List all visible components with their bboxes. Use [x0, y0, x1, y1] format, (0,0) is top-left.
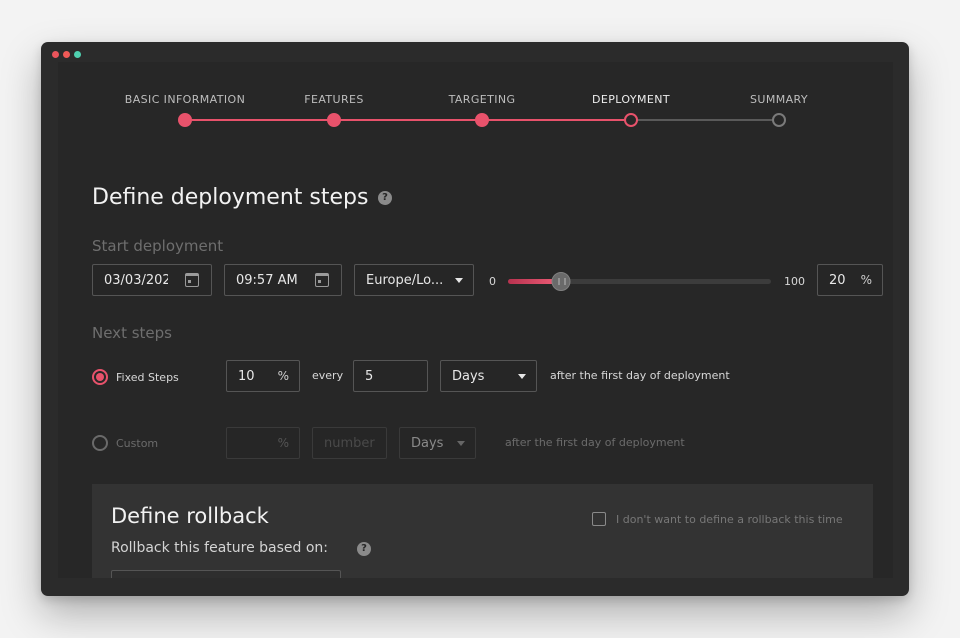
step-dot-targeting[interactable]: [475, 113, 489, 127]
start-date-input[interactable]: 03/03/202: [92, 264, 212, 296]
step-label-basic-information[interactable]: BASIC INFORMATION: [125, 93, 245, 106]
start-percent-value: 20: [829, 272, 846, 288]
custom-radio[interactable]: [92, 435, 108, 451]
start-time-value: 09:57 AM: [236, 272, 298, 288]
percentage-slider[interactable]: [508, 272, 771, 291]
timezone-value: Europe/Lo...: [366, 272, 444, 288]
step-label-features[interactable]: FEATURES: [304, 93, 364, 106]
slider-max-label: 100: [784, 275, 805, 288]
rollback-panel: Define rollback Rollback this feature ba…: [92, 484, 873, 578]
every-label: every: [312, 369, 344, 382]
window-maximize-dot[interactable]: [74, 51, 81, 58]
fixed-percent-value: 10: [238, 368, 255, 384]
custom-label[interactable]: Custom: [116, 437, 158, 450]
stepper-progress-line: [185, 119, 633, 121]
slider-thumb[interactable]: [551, 272, 571, 291]
step-dot-features[interactable]: [327, 113, 341, 127]
slider-min-label: 0: [489, 275, 496, 288]
percent-unit: %: [277, 436, 289, 450]
no-rollback-checkbox[interactable]: [592, 512, 606, 526]
start-time-input[interactable]: 09:57 AM: [224, 264, 342, 296]
fixed-suffix-label: after the first day of deployment: [550, 369, 730, 382]
every-value: 5: [365, 368, 374, 384]
window-minimize-dot[interactable]: [63, 51, 70, 58]
help-icon[interactable]: ?: [378, 191, 392, 205]
window-close-dot[interactable]: [52, 51, 59, 58]
start-percent-input[interactable]: 20 %: [817, 264, 883, 296]
fixed-unit-value: Days: [452, 368, 485, 384]
custom-number-placeholder: number: [324, 435, 375, 451]
calendar-icon[interactable]: [185, 273, 199, 287]
percent-unit: %: [860, 273, 872, 287]
no-rollback-label[interactable]: I don't want to define a rollback this t…: [616, 513, 843, 526]
every-value-input[interactable]: 5: [353, 360, 428, 392]
page-title: Define deployment steps: [92, 185, 369, 210]
app-window: BASIC INFORMATION FEATURES TARGETING DEP…: [41, 42, 909, 596]
chevron-down-icon: [518, 374, 526, 379]
fixed-steps-radio[interactable]: [92, 369, 108, 385]
custom-unit-select[interactable]: Days: [399, 427, 476, 459]
percent-unit: %: [277, 369, 289, 383]
custom-unit-value: Days: [411, 435, 444, 451]
fixed-unit-select[interactable]: Days: [440, 360, 537, 392]
custom-suffix-label: after the first day of deployment: [505, 436, 685, 449]
custom-percent-input[interactable]: %: [226, 427, 300, 459]
wizard-content: BASIC INFORMATION FEATURES TARGETING DEP…: [58, 62, 893, 578]
next-steps-label: Next steps: [92, 324, 172, 342]
clock-calendar-icon[interactable]: [315, 273, 329, 287]
step-dot-deployment[interactable]: [624, 113, 638, 127]
step-label-deployment[interactable]: DEPLOYMENT: [592, 93, 670, 106]
step-dot-summary[interactable]: [772, 113, 786, 127]
rollback-criteria-select[interactable]: [111, 570, 341, 578]
stepper-remaining-line: [633, 119, 778, 121]
rollback-title: Define rollback: [111, 504, 269, 528]
chevron-down-icon: [457, 441, 465, 446]
step-label-targeting[interactable]: TARGETING: [449, 93, 516, 106]
step-dot-basic-information[interactable]: [178, 113, 192, 127]
step-label-summary[interactable]: SUMMARY: [750, 93, 808, 106]
rollback-subtitle: Rollback this feature based on:: [111, 540, 329, 556]
custom-number-input[interactable]: number: [312, 427, 387, 459]
fixed-percent-input[interactable]: 10 %: [226, 360, 300, 392]
rollback-help-icon[interactable]: ?: [357, 542, 371, 556]
fixed-steps-label[interactable]: Fixed Steps: [116, 371, 179, 384]
start-deployment-label: Start deployment: [92, 237, 224, 255]
chevron-down-icon: [455, 278, 463, 283]
timezone-select[interactable]: Europe/Lo...: [354, 264, 474, 296]
start-date-value: 03/03/202: [104, 272, 168, 288]
